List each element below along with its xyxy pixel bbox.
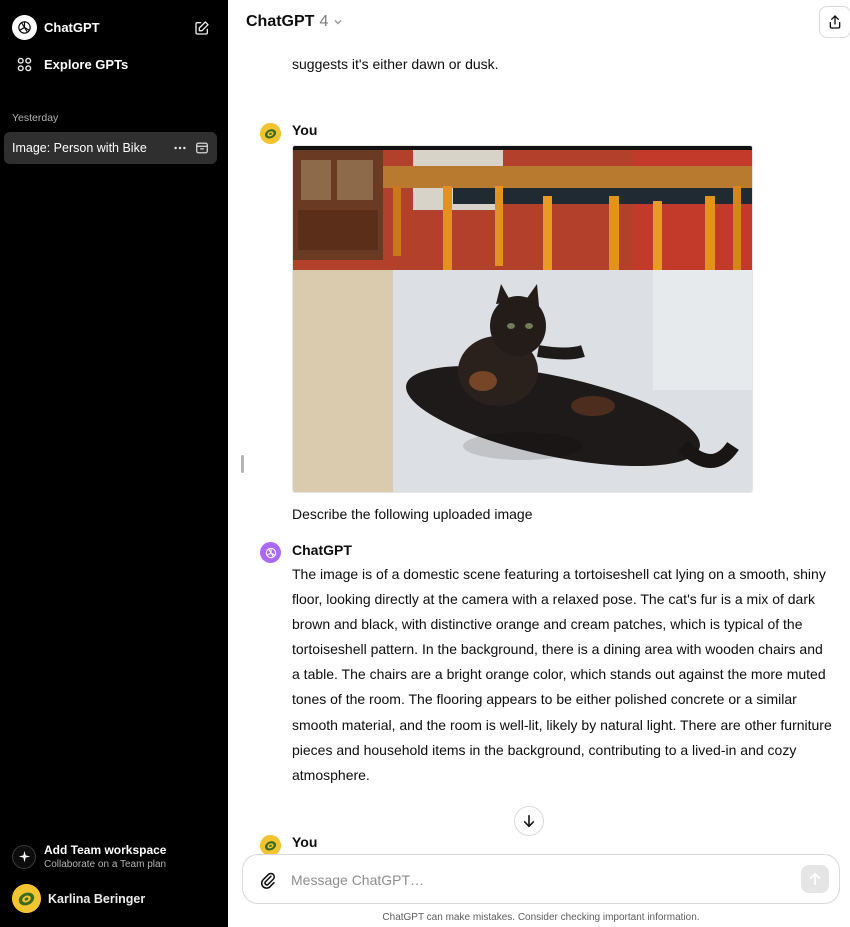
explore-gpts-link[interactable]: Explore GPTs — [12, 54, 128, 74]
sparkle-icon — [12, 844, 36, 869]
model-selector[interactable]: ChatGPT 4 — [246, 13, 344, 31]
app-title: ChatGPT — [44, 20, 100, 35]
send-button[interactable] — [801, 865, 829, 893]
edit-icon — [195, 21, 209, 35]
assistant-message-text: The image is of a domestic scene featuri… — [292, 566, 832, 783]
message-composer — [242, 854, 840, 904]
model-name: ChatGPT — [246, 13, 315, 30]
message-author: You — [292, 122, 318, 138]
chatgpt-avatar — [260, 542, 281, 563]
main-panel: ChatGPT 4 suggests it's either dawn or d… — [228, 0, 850, 927]
user-name: Karlina Beringer — [48, 891, 146, 906]
add-team-workspace-button[interactable]: Add Team workspace Collaborate on a Team… — [12, 843, 166, 870]
new-chat-button[interactable] — [192, 18, 212, 38]
user-avatar — [260, 123, 281, 144]
user-menu[interactable]: Karlina Beringer — [12, 884, 145, 913]
chevron-down-icon — [332, 16, 344, 28]
paperclip-icon[interactable] — [257, 869, 279, 891]
openai-logo-icon — [12, 15, 37, 40]
sidebar-resize-handle[interactable] — [241, 455, 244, 473]
model-version: 4 — [319, 13, 329, 30]
user-avatar — [12, 884, 41, 913]
sidebar: ChatGPT Explore GPTs Yesterday Image: Pe… — [0, 0, 228, 927]
uploaded-image[interactable] — [292, 145, 753, 493]
share-icon — [829, 15, 841, 29]
team-workspace-title: Add Team workspace — [44, 843, 167, 857]
message-author: ChatGPT — [292, 542, 352, 558]
user-message-text: Describe the following uploaded image — [292, 506, 533, 522]
sidebar-home-link[interactable]: ChatGPT — [12, 15, 100, 40]
disclaimer-text: ChatGPT can make mistakes. Consider chec… — [382, 912, 700, 923]
user-avatar — [260, 835, 281, 856]
chat-history-item[interactable]: Image: Person with Bike — [4, 132, 217, 164]
history-section-label: Yesterday — [12, 112, 59, 124]
chat-history-title: Image: Person with Bike — [12, 141, 147, 155]
message-author: You — [292, 834, 318, 850]
message-input[interactable] — [291, 869, 781, 891]
scroll-to-bottom-button[interactable] — [514, 806, 544, 836]
arrow-up-icon — [809, 872, 821, 886]
share-button[interactable] — [819, 6, 850, 38]
header: ChatGPT 4 — [228, 0, 850, 46]
arrow-down-icon — [523, 814, 535, 828]
openai-logo-icon — [265, 547, 276, 558]
grid-icon — [14, 54, 34, 74]
more-options-icon[interactable] — [170, 138, 190, 158]
explore-gpts-label: Explore GPTs — [44, 56, 129, 72]
previous-message-tail: suggests it's either dawn or dusk. — [292, 56, 499, 72]
team-workspace-subtitle: Collaborate on a Team plan — [44, 859, 167, 870]
archive-icon[interactable] — [192, 138, 212, 158]
